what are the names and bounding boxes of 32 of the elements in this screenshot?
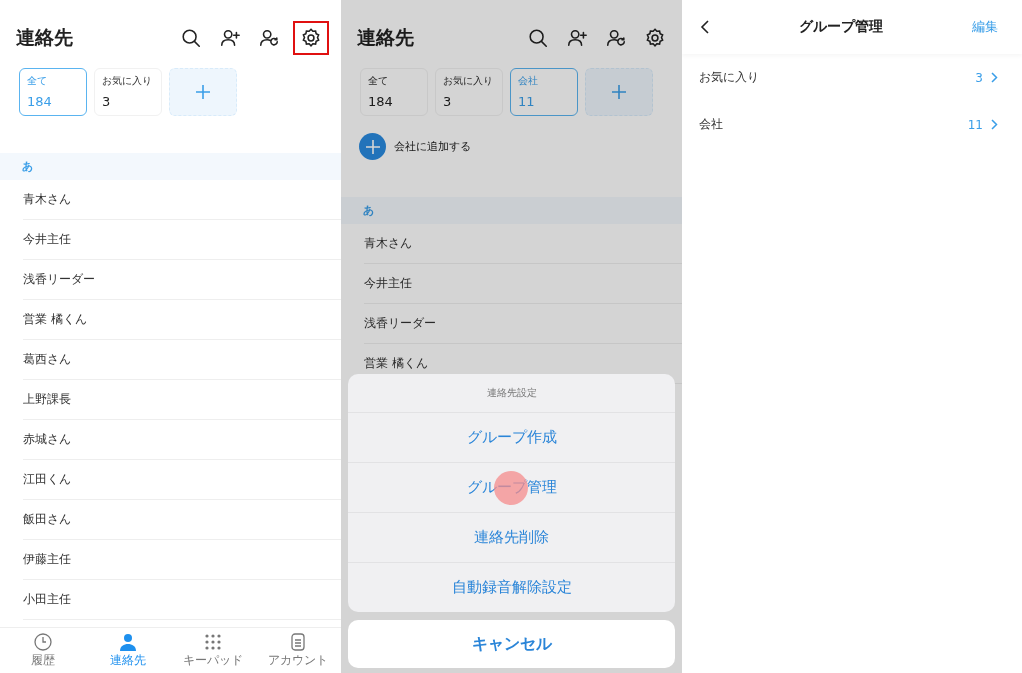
chevron-icon[interactable]: [991, 72, 998, 83]
sheet-option[interactable]: 連絡先削除: [348, 513, 675, 563]
add-button[interactable]: [359, 133, 386, 160]
group-card[interactable]: お気に入り 3: [94, 68, 162, 116]
plus-icon: [612, 84, 626, 99]
clock-icon: [32, 632, 53, 652]
tab[interactable]: アカウント: [255, 628, 341, 673]
screen-title: 連絡先: [16, 25, 73, 50]
sheet-option[interactable]: 自動録音解除設定: [348, 563, 675, 612]
screen-title: グループ管理: [799, 18, 883, 36]
section-header: あ: [341, 197, 682, 224]
sheet-option[interactable]: グループ作成: [348, 413, 675, 463]
sheet-title: 連絡先設定: [348, 374, 675, 413]
tab[interactable]: キーパッド: [170, 628, 256, 673]
group-name: 会社: [699, 116, 724, 133]
group-card[interactable]: 全て 184: [360, 68, 428, 116]
group-count: 3: [975, 70, 983, 85]
settings-icon[interactable]: [293, 21, 329, 55]
cancel-button[interactable]: キャンセル: [348, 620, 675, 668]
group-card[interactable]: お気に入り 3: [435, 68, 503, 116]
group-count: 11: [967, 117, 983, 132]
back-icon[interactable]: [700, 20, 710, 34]
section-header: あ: [0, 153, 341, 180]
chevron-icon[interactable]: [991, 119, 998, 130]
plus-icon: [365, 139, 380, 154]
group-name: お気に入り: [699, 69, 760, 86]
person-icon: [117, 632, 138, 652]
add-to-group-label[interactable]: 会社に追加する: [394, 139, 471, 154]
tab[interactable]: 連絡先: [85, 628, 171, 673]
plus-icon: [196, 84, 210, 99]
screen-title: 連絡先: [357, 25, 414, 50]
tab[interactable]: 履歴: [0, 628, 86, 673]
